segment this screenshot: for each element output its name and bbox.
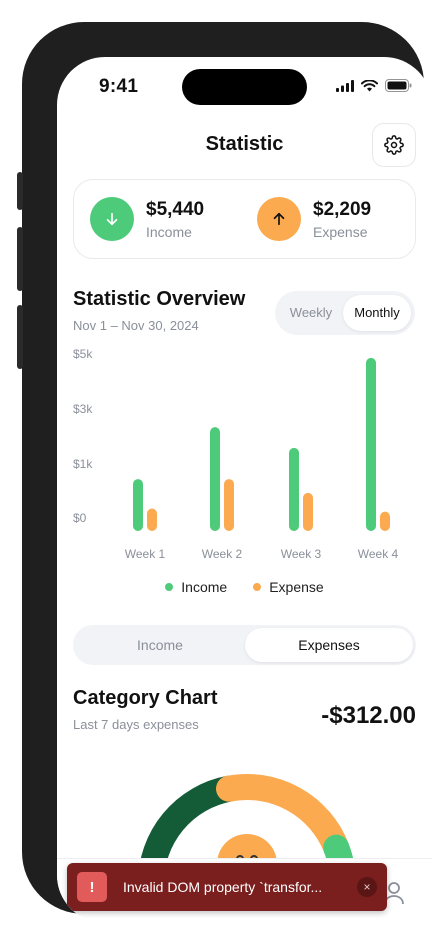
gear-icon — [384, 135, 404, 155]
category-subtitle: Last 7 days expenses — [73, 717, 199, 732]
category-type-tabs: Income Expenses — [73, 625, 416, 665]
tab-income[interactable]: Income — [76, 628, 244, 662]
toast-close-button[interactable]: × — [357, 877, 377, 897]
income-label: Income — [146, 223, 192, 240]
error-toast[interactable]: ! Invalid DOM property `transfor... × — [67, 863, 387, 911]
bar-income-1[interactable] — [133, 479, 143, 531]
legend-income-label: Income — [181, 579, 228, 595]
legend-income-dot — [165, 583, 174, 591]
legend-expense-label: Expense — [269, 579, 324, 595]
x-tick-label: Week 1 — [125, 547, 166, 561]
expense-circle — [257, 197, 301, 241]
bar-income-2[interactable] — [210, 427, 220, 531]
tab-expenses[interactable]: Expenses — [245, 628, 413, 662]
bar-expense-4[interactable] — [380, 511, 390, 531]
error-message: Invalid DOM property `transfor... — [123, 879, 323, 895]
bar-income-4[interactable] — [366, 357, 376, 531]
error-badge: ! — [77, 872, 107, 902]
legend-expense: Expense — [253, 579, 324, 595]
x-tick-label: Week 3 — [281, 547, 322, 561]
signal-icon — [336, 79, 354, 92]
wifi-icon — [361, 79, 378, 91]
battery-icon — [385, 79, 412, 92]
y-tick-label: $3k — [73, 402, 93, 416]
legend-income: Income — [165, 579, 227, 595]
status-icons — [336, 79, 412, 92]
bar-expense-1[interactable] — [147, 508, 157, 532]
expense-label: Expense — [313, 223, 368, 240]
x-tick-label: Week 4 — [358, 547, 399, 561]
app-screen: 9:41 Statistic $5,440 Income $2,209 Expe… — [57, 57, 432, 923]
expense-summary[interactable]: $2,209 Expense — [257, 197, 371, 241]
summary-card: $5,440 Income $2,209 Expense — [73, 179, 416, 259]
volume-up-button — [17, 227, 23, 291]
settings-button[interactable] — [372, 123, 416, 167]
income-summary[interactable]: $5,440 Income — [90, 197, 204, 241]
dynamic-island — [182, 69, 307, 105]
statistic-bar-chart: $5k $3k $1k $0 Week 1 Week 2 Week 3 Week 4 — [73, 347, 399, 561]
legend-expense-dot — [253, 583, 262, 591]
toggle-monthly[interactable]: Monthly — [343, 295, 411, 331]
bar-expense-3[interactable] — [303, 492, 313, 531]
phone-frame: 9:41 Statistic $5,440 Income $2,209 Expe… — [17, 22, 432, 923]
overview-title: Statistic Overview — [73, 288, 246, 310]
arrow-up-icon — [273, 212, 285, 226]
expense-amount: $2,209 — [313, 198, 372, 220]
bar-income-3[interactable] — [289, 447, 299, 531]
chart-legend: Income Expense — [57, 579, 432, 595]
overview-date-range: Nov 1 – Nov 30, 2024 — [73, 318, 199, 333]
volume-down-button — [17, 305, 23, 369]
category-total: -$312.00 — [321, 702, 416, 729]
y-tick-label: $1k — [73, 457, 93, 471]
category-title: Category Chart — [73, 687, 218, 709]
x-tick-label: Week 2 — [202, 547, 243, 561]
arrow-down-icon — [106, 212, 118, 226]
toggle-weekly[interactable]: Weekly — [279, 295, 343, 331]
status-time: 9:41 — [99, 76, 139, 97]
y-tick-label: $0 — [73, 511, 87, 525]
income-circle — [90, 197, 134, 241]
mute-switch — [17, 172, 23, 210]
income-amount: $5,440 — [146, 198, 205, 220]
bar-expense-2[interactable] — [224, 479, 234, 531]
period-toggle: Weekly Monthly — [275, 291, 415, 335]
y-tick-label: $5k — [73, 347, 93, 361]
